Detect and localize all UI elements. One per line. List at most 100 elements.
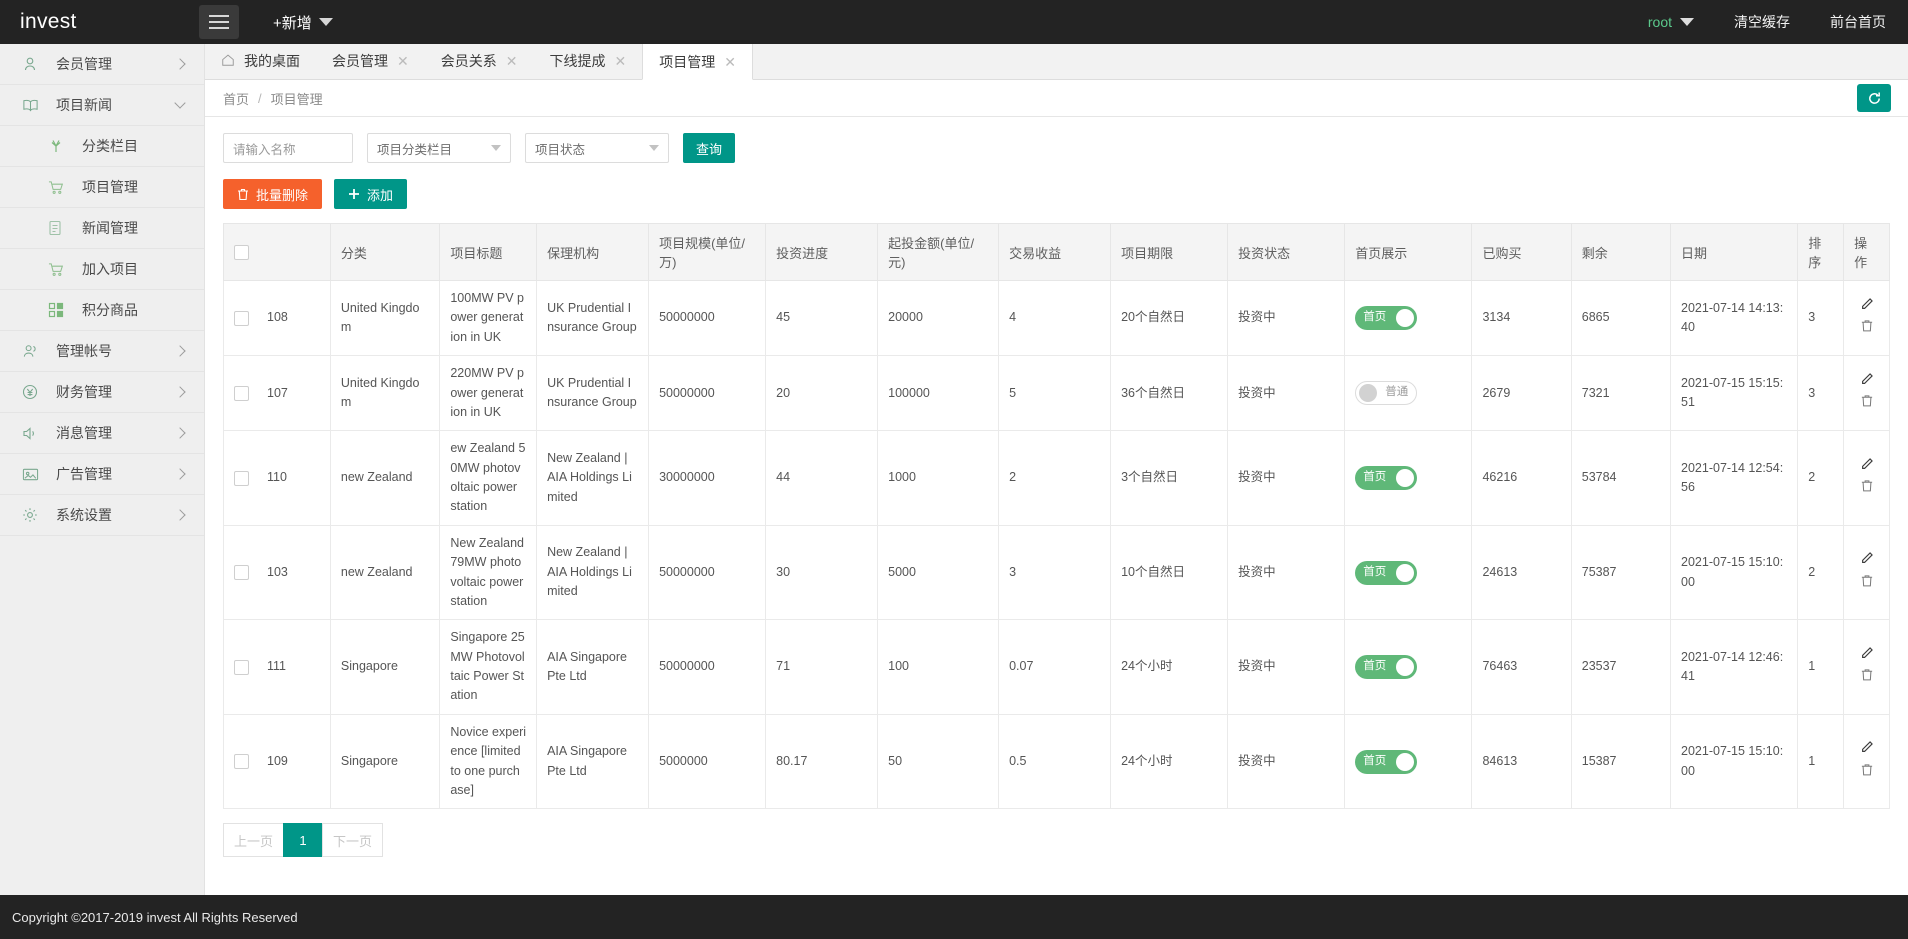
cell-term: 24个小时 bbox=[1111, 714, 1228, 809]
column-header-label: 交易收益 bbox=[1009, 246, 1061, 261]
add-button[interactable]: 添加 bbox=[334, 179, 407, 209]
close-icon[interactable]: ✕ bbox=[397, 54, 409, 68]
cell-yield: 2 bbox=[999, 431, 1111, 526]
chevron-down-icon bbox=[491, 145, 501, 151]
table-container: 分类项目标题保理机构项目规模(单位/万)投资进度起投金额(单位/元)交易收益项目… bbox=[205, 223, 1908, 809]
prev-page-button[interactable]: 上一页 bbox=[223, 823, 284, 857]
cell-progress: 80.17 bbox=[766, 714, 878, 809]
chevron-down-icon bbox=[174, 97, 185, 108]
delete-icon[interactable] bbox=[1854, 319, 1879, 339]
tab-0[interactable]: 我的桌面 bbox=[205, 43, 316, 79]
user-menu[interactable]: root bbox=[1648, 14, 1694, 30]
sidebar-item-11[interactable]: 系统设置 bbox=[0, 495, 204, 536]
front-home-link[interactable]: 前台首页 bbox=[1830, 12, 1886, 32]
query-button[interactable]: 查询 bbox=[683, 133, 735, 163]
cell-yield: 3 bbox=[999, 525, 1111, 620]
tab-1[interactable]: 会员管理✕ bbox=[316, 43, 425, 79]
sidebar-item-1[interactable]: 项目新闻 bbox=[0, 85, 204, 126]
row-checkbox[interactable] bbox=[234, 311, 249, 326]
sidebar-item-0[interactable]: 会员管理 bbox=[0, 44, 204, 85]
tab-3[interactable]: 下线提成✕ bbox=[533, 43, 642, 79]
featured-toggle[interactable]: 首页 bbox=[1355, 561, 1417, 585]
search-name-input[interactable]: 请输入名称 bbox=[223, 133, 353, 163]
featured-toggle[interactable]: 首页 bbox=[1355, 655, 1417, 679]
column-header-label: 项目标题 bbox=[450, 246, 502, 261]
chevron-left-icon bbox=[174, 386, 185, 397]
clear-cache-link[interactable]: 清空缓存 bbox=[1734, 12, 1790, 32]
new-item-dropdown[interactable]: +新增 bbox=[273, 12, 333, 33]
yen-icon bbox=[22, 383, 44, 401]
batch-delete-button[interactable]: 批量删除 bbox=[223, 179, 322, 209]
column-header-label: 投资状态 bbox=[1238, 246, 1290, 261]
refresh-button[interactable] bbox=[1857, 84, 1891, 112]
edit-icon[interactable] bbox=[1854, 551, 1879, 571]
row-checkbox[interactable] bbox=[234, 754, 249, 769]
select-all-header[interactable] bbox=[224, 224, 331, 281]
cell-term: 3个自然日 bbox=[1111, 431, 1228, 526]
sidebar-item-5[interactable]: 加入项目 bbox=[0, 249, 204, 290]
sidebar-item-4[interactable]: 新闻管理 bbox=[0, 208, 204, 249]
next-page-button[interactable]: 下一页 bbox=[322, 823, 383, 857]
delete-icon[interactable] bbox=[1854, 574, 1879, 594]
footer: Copyright ©2017-2019 invest All Rights R… bbox=[0, 895, 1908, 939]
edit-icon[interactable] bbox=[1854, 297, 1879, 317]
close-icon[interactable]: ✕ bbox=[614, 54, 626, 68]
delete-icon[interactable] bbox=[1854, 394, 1879, 414]
chevron-down-icon bbox=[1680, 18, 1694, 26]
chevron-left-icon bbox=[174, 345, 185, 356]
featured-toggle[interactable]: 普通 bbox=[1355, 381, 1417, 405]
sidebar-item-10[interactable]: 广告管理 bbox=[0, 454, 204, 495]
row-checkbox[interactable] bbox=[234, 471, 249, 486]
delete-icon[interactable] bbox=[1854, 668, 1879, 688]
table-body: 108United Kingdom100MW PV power generati… bbox=[224, 281, 1890, 809]
row-checkbox[interactable] bbox=[234, 565, 249, 580]
row-checkbox[interactable] bbox=[234, 660, 249, 675]
tab-bar: 我的桌面会员管理✕会员关系✕下线提成✕项目管理✕ bbox=[205, 44, 1908, 80]
featured-toggle[interactable]: 首页 bbox=[1355, 306, 1417, 330]
tab-2[interactable]: 会员关系✕ bbox=[425, 43, 534, 79]
edit-icon[interactable] bbox=[1854, 646, 1879, 666]
close-icon[interactable]: ✕ bbox=[506, 54, 518, 68]
delete-icon[interactable] bbox=[1854, 479, 1879, 499]
sidebar-item-9[interactable]: 消息管理 bbox=[0, 413, 204, 454]
category-select[interactable]: 项目分类栏目 bbox=[367, 133, 511, 163]
sidebar-item-label: 消息管理 bbox=[56, 423, 176, 443]
edit-icon[interactable] bbox=[1854, 740, 1879, 760]
book-icon bbox=[22, 96, 44, 114]
select-all-checkbox[interactable] bbox=[234, 245, 249, 260]
cell-status: 投资中 bbox=[1228, 431, 1345, 526]
sidebar-item-3[interactable]: 项目管理 bbox=[0, 167, 204, 208]
cell-remain: 15387 bbox=[1571, 714, 1670, 809]
edit-icon[interactable] bbox=[1854, 457, 1879, 477]
row-checkbox[interactable] bbox=[234, 386, 249, 401]
cell-sort: 2 bbox=[1798, 431, 1844, 526]
chevron-down-icon bbox=[319, 18, 333, 26]
pagination: 上一页 1 下一页 bbox=[205, 809, 1908, 857]
column-header-label: 操作 bbox=[1854, 236, 1867, 270]
toggle-knob bbox=[1396, 309, 1414, 327]
cell-progress: 44 bbox=[766, 431, 878, 526]
hamburger-icon[interactable] bbox=[199, 5, 239, 39]
speaker-icon bbox=[22, 424, 44, 442]
sidebar-item-7[interactable]: 管理帐号 bbox=[0, 331, 204, 372]
sidebar-item-8[interactable]: 财务管理 bbox=[0, 372, 204, 413]
sidebar-item-6[interactable]: 积分商品 bbox=[0, 290, 204, 331]
status-select[interactable]: 项目状态 bbox=[525, 133, 669, 163]
cell-title: Novice experience [limited to one purcha… bbox=[440, 714, 537, 809]
table-header-row: 分类项目标题保理机构项目规模(单位/万)投资进度起投金额(单位/元)交易收益项目… bbox=[224, 224, 1890, 281]
breadcrumb-root[interactable]: 首页 bbox=[223, 89, 249, 108]
tab-4[interactable]: 项目管理✕ bbox=[642, 44, 753, 80]
sidebar-item-label: 会员管理 bbox=[56, 54, 176, 74]
featured-toggle[interactable]: 首页 bbox=[1355, 750, 1417, 774]
featured-toggle[interactable]: 首页 bbox=[1355, 466, 1417, 490]
featured-toggle-label: 首页 bbox=[1363, 567, 1386, 579]
sidebar-item-label: 分类栏目 bbox=[82, 136, 188, 156]
close-icon[interactable]: ✕ bbox=[724, 55, 736, 69]
page-1-button[interactable]: 1 bbox=[283, 823, 323, 857]
delete-icon[interactable] bbox=[1854, 763, 1879, 783]
sidebar-item-label: 系统设置 bbox=[56, 505, 176, 525]
edit-icon[interactable] bbox=[1854, 372, 1879, 392]
cell-title: 220MW PV power generation in UK bbox=[440, 356, 537, 431]
sidebar-item-label: 积分商品 bbox=[82, 300, 188, 320]
sidebar-item-2[interactable]: 分类栏目 bbox=[0, 126, 204, 167]
